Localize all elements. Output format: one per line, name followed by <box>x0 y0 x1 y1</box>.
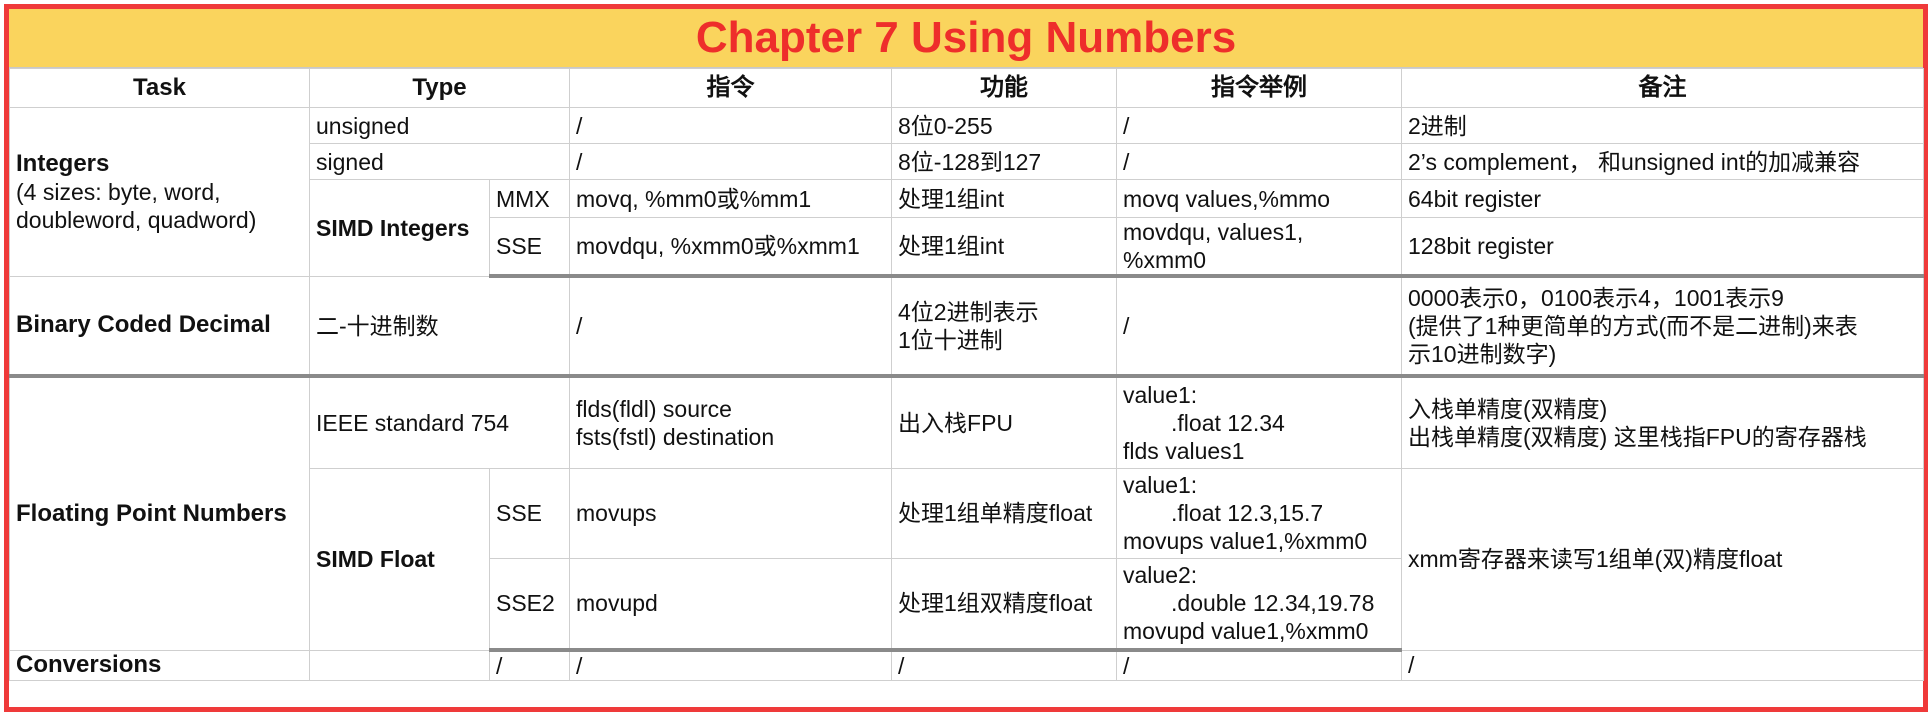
example-ieee-line1: value1: <box>1123 381 1198 408</box>
header-function: 功能 <box>891 68 1118 108</box>
example-bcd: / <box>1116 275 1403 378</box>
note-bcd: 0000表示0，0100表示4，1001表示9 (提供了1种更简单的方式(而不是… <box>1401 275 1925 378</box>
table-row: Conversions / / / / / <box>9 649 1925 681</box>
example-ieee-line2: .float 12.34 <box>1171 409 1285 436</box>
instr-float-sse2: movupd <box>569 557 893 652</box>
sub-float-sse2: SSE2 <box>488 557 571 652</box>
note-bcd-line2: (提供了1种更简单的方式(而不是二进制)来表 <box>1408 313 1858 339</box>
table-row: Binary Coded Decimal 二-十进制数 / 4位2进制表示 1位… <box>9 275 1925 378</box>
header-example: 指令举例 <box>1116 68 1403 108</box>
func-bcd: 4位2进制表示 1位十进制 <box>891 275 1118 378</box>
instr-ieee: flds(fldl) source fsts(fstl) destination <box>569 375 893 469</box>
example-ieee-line3: flds values1 <box>1123 437 1245 464</box>
note-bcd-line3: 示10进制数字) <box>1408 341 1557 367</box>
func-ieee: 出入栈FPU <box>891 375 1118 469</box>
note-sse: 128bit register <box>1401 217 1925 278</box>
numbers-table: Task Type 指令 功能 指令举例 备注 Integers (4 size… <box>9 68 1925 681</box>
type-signed: signed <box>308 143 571 180</box>
example-sse-line2: %xmm0 <box>1123 247 1207 273</box>
task-float: Floating Point Numbers <box>9 375 310 651</box>
table-row: Integers (4 sizes: byte, word, doublewor… <box>9 107 1925 277</box>
example-sse: movdqu, values1, %xmm0 <box>1116 217 1403 278</box>
type-ieee: IEEE standard 754 <box>308 375 571 469</box>
task-conversions: Conversions <box>9 649 310 681</box>
sub-mmx: MMX <box>488 179 571 218</box>
header-row: Task Type 指令 功能 指令举例 备注 <box>9 68 1925 108</box>
task-integers-sub2: doubleword, quadword) <box>16 207 257 234</box>
func-conversions: / <box>891 649 1118 681</box>
example-float-sse-line1: value1: <box>1123 472 1198 498</box>
example-float-sse-line3: movups value1,%xmm0 <box>1123 528 1368 554</box>
example-sse-line1: movdqu, values1, <box>1123 219 1304 245</box>
example-float-sse2-line3: movupd value1,%xmm0 <box>1123 618 1369 645</box>
example-float-sse2: value2: .double 12.34,19.78 movupd value… <box>1116 557 1403 652</box>
header-note: 备注 <box>1401 68 1925 108</box>
func-unsigned: 8位0-255 <box>891 107 1118 144</box>
example-signed: / <box>1116 143 1403 180</box>
note-signed: 2’s complement， 和unsigned int的加减兼容 <box>1401 143 1925 180</box>
note-bcd-line1: 0000表示0，0100表示4，1001表示9 <box>1408 285 1784 311</box>
example-float-sse2-line2: .double 12.34,19.78 <box>1171 590 1375 617</box>
sub-sse: SSE <box>488 217 571 278</box>
instr-float-sse: movups <box>569 467 893 559</box>
document-frame: Chapter 7 Using Numbers Task Type 指令 功能 … <box>4 4 1928 712</box>
func-float-sse: 处理1组单精度float <box>891 467 1118 559</box>
page-title: Chapter 7 Using Numbers <box>9 9 1923 68</box>
example-conversions: / <box>1116 649 1403 681</box>
type-conversions <box>309 649 490 681</box>
instr-conversions: / <box>569 649 893 681</box>
table-row: Floating Point Numbers IEEE standard 754… <box>9 375 1925 651</box>
example-unsigned: / <box>1116 107 1403 144</box>
example-float-sse: value1: .float 12.3,15.7 movups value1,%… <box>1116 467 1403 559</box>
func-sse: 处理1组int <box>891 217 1118 278</box>
note-conversions: / <box>1401 649 1925 681</box>
note-ieee-line1: 入栈单精度(双精度) <box>1408 395 1608 422</box>
example-mmx: movq values,%mmo <box>1116 179 1403 218</box>
func-bcd-line1: 4位2进制表示 <box>898 299 1039 325</box>
sub-float-sse: SSE <box>488 467 571 559</box>
func-float-sse2: 处理1组双精度float <box>891 557 1118 652</box>
task-bcd: Binary Coded Decimal <box>9 275 310 378</box>
example-ieee: value1: .float 12.34 flds values1 <box>1116 375 1403 469</box>
type-unsigned: unsigned <box>308 107 571 144</box>
note-unsigned: 2进制 <box>1401 107 1925 144</box>
note-ieee: 入栈单精度(双精度) 出栈单精度(双精度) 这里栈指FPU的寄存器栈 <box>1401 375 1925 469</box>
header-type: Type <box>308 68 571 108</box>
func-bcd-line2: 1位十进制 <box>898 327 1003 353</box>
type-bcd: 二-十进制数 <box>308 275 571 378</box>
task-integers-title: Integers <box>16 150 110 178</box>
instr-unsigned: / <box>569 107 893 144</box>
example-float-sse-line2: .float 12.3,15.7 <box>1171 500 1324 526</box>
func-signed: 8位-128到127 <box>891 143 1118 180</box>
note-mmx: 64bit register <box>1401 179 1925 218</box>
task-integers-sub1: (4 sizes: byte, word, <box>16 179 221 206</box>
type-simd-float: SIMD Float <box>309 467 490 651</box>
note-ieee-line2: 出栈单精度(双精度) 这里栈指FPU的寄存器栈 <box>1408 423 1867 450</box>
instr-bcd: / <box>569 275 893 378</box>
sub-conversions: / <box>488 649 571 681</box>
func-mmx: 处理1组int <box>891 179 1118 218</box>
instr-sse: movdqu, %xmm0或%xmm1 <box>569 217 893 278</box>
header-task: Task <box>9 68 310 108</box>
instr-ieee-line2: fsts(fstl) destination <box>576 423 775 450</box>
instr-ieee-line1: flds(fldl) source <box>576 395 732 422</box>
example-float-sse2-line1: value2: <box>1123 562 1198 589</box>
note-simd-float: xmm寄存器来读写1组单(双)精度float <box>1401 467 1925 651</box>
instr-mmx: movq, %mm0或%mm1 <box>569 179 893 218</box>
header-instruction: 指令 <box>569 68 893 108</box>
instr-signed: / <box>569 143 893 180</box>
type-simd-integers: SIMD Integers <box>309 179 490 277</box>
task-integers: Integers (4 sizes: byte, word, doublewor… <box>9 107 310 277</box>
